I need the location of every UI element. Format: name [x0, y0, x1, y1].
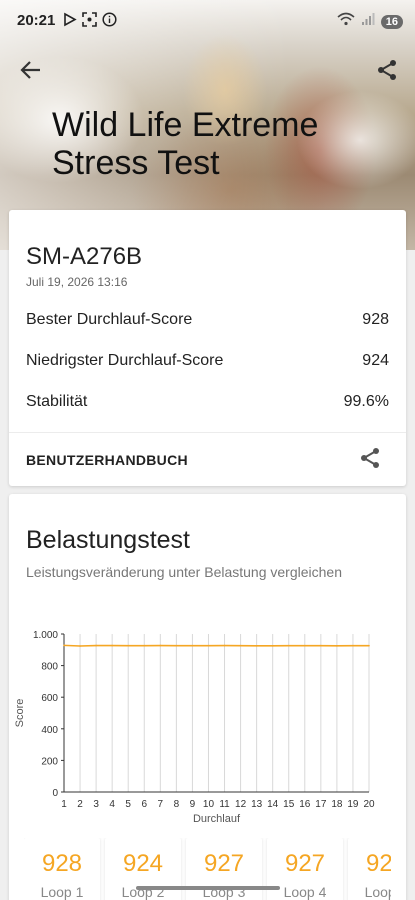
loop-score: 927 [284, 850, 326, 877]
home-indicator [136, 886, 280, 890]
loop-score: 926 [365, 850, 391, 877]
share-result-button[interactable] [358, 446, 382, 470]
data-point [303, 644, 306, 647]
x-tick-label: 14 [267, 799, 279, 810]
loop-score: 928 [41, 850, 83, 877]
data-point [207, 644, 210, 647]
x-tick-label: 15 [283, 799, 295, 810]
x-tick-label: 17 [315, 799, 327, 810]
x-tick-label: 3 [93, 799, 99, 810]
x-tick-label: 12 [235, 799, 247, 810]
battery-indicator: 16 [380, 14, 403, 29]
loop-label: Loop 1 [40, 884, 84, 900]
y-tick-label: 200 [41, 756, 58, 767]
loop-card[interactable]: 927 Loop 3 [186, 838, 262, 900]
data-point [175, 644, 178, 647]
back-button[interactable] [18, 58, 44, 82]
best-score-row: Bester Durchlauf-Score 928 [26, 311, 389, 331]
x-tick-label: 6 [141, 799, 147, 810]
share-icon [361, 448, 379, 468]
row-value: 99.6% [343, 393, 389, 410]
x-tick-label: 11 [219, 799, 230, 810]
y-tick-label: 400 [41, 725, 58, 736]
status-time: 20:21 [17, 12, 56, 29]
data-point [336, 645, 338, 647]
x-tick-label: 13 [251, 799, 263, 810]
x-axis-label: Durchlauf [193, 813, 241, 825]
page-title: Wild Life Extreme Stress Test [52, 106, 319, 182]
row-value: 924 [362, 352, 389, 369]
data-point [352, 644, 354, 647]
data-point [320, 644, 322, 647]
loop-label: Loop 5 [364, 884, 391, 900]
user-manual-link[interactable]: BENUTZERHANDBUCH [26, 452, 188, 468]
play-icon [62, 12, 77, 27]
data-point [127, 644, 130, 647]
x-tick-label: 19 [347, 799, 359, 810]
data-point [111, 644, 113, 647]
stress-chart: 02004006008001.0001 2 3 4 5 6 7 8 9 10 11 12 13 14 15 1… [14, 630, 375, 825]
row-value: 928 [362, 311, 389, 328]
stability-row: Stabilität 99.6% [26, 393, 389, 413]
wifi-icon [337, 12, 355, 31]
screenshot-icon [82, 12, 97, 27]
x-tick-label: 20 [363, 799, 375, 810]
loop-card[interactable]: 927 Loop 4 [267, 838, 343, 900]
arrow-left-icon [20, 61, 40, 79]
device-name: SM-A276B [26, 243, 143, 270]
data-point [239, 644, 242, 647]
share-icon [378, 60, 396, 80]
x-tick-label: 16 [299, 799, 311, 810]
status-bar: 20:21 16 [0, 0, 415, 40]
y-axis-label: Score [14, 699, 26, 728]
row-label: Niedrigster Durchlauf-Score [26, 352, 224, 369]
data-point [79, 645, 81, 647]
y-tick-label: 1.000 [33, 630, 58, 641]
data-point [95, 644, 97, 647]
loop-score: 924 [122, 850, 164, 877]
y-tick-label: 0 [52, 788, 58, 799]
data-point [287, 644, 290, 647]
x-tick-label: 1 [61, 799, 67, 810]
data-point [143, 644, 146, 647]
lowest-score-row: Niedrigster Durchlauf-Score 924 [26, 352, 389, 372]
loop-card[interactable]: 926 Loop 5 [348, 838, 391, 900]
section-title: Belastungstest [26, 526, 190, 554]
loop-card[interactable]: 928 Loop 1 [24, 838, 100, 900]
result-card: SM-A276B Juli 19, 2026 13:16 Bester Durc… [9, 210, 406, 486]
data-point [271, 645, 274, 647]
data-point [63, 644, 65, 647]
section-subtitle: Leistungsveränderung unter Belastung ver… [26, 564, 342, 580]
info-icon [102, 12, 117, 27]
y-tick-label: 600 [41, 693, 58, 704]
x-tick-label: 4 [109, 799, 115, 810]
share-button[interactable] [375, 58, 399, 82]
loop-list[interactable]: 928 Loop 1 924Loop 2927Loop 3927Loop 4 926 L… [24, 838, 391, 900]
data-point [159, 644, 162, 647]
x-tick-label: 8 [174, 799, 180, 810]
loop-score: 927 [203, 850, 245, 877]
x-tick-label: 10 [203, 799, 215, 810]
loop-card[interactable]: 924 Loop 2 [105, 838, 181, 900]
data-point [191, 644, 194, 647]
result-date: Juli 19, 2026 13:16 [26, 275, 128, 289]
x-tick-label: 2 [77, 799, 83, 810]
x-tick-label: 7 [158, 799, 164, 810]
signal-icon [361, 12, 375, 31]
data-point [223, 644, 226, 647]
y-tick-label: 800 [41, 662, 58, 673]
row-label: Stabilität [26, 393, 88, 410]
divider [9, 432, 406, 433]
row-label: Bester Durchlauf-Score [26, 311, 193, 328]
x-tick-label: 18 [331, 799, 343, 810]
data-point [255, 645, 258, 647]
series-line [63, 644, 369, 647]
x-tick-label: 9 [190, 799, 196, 810]
x-tick-label: 5 [125, 799, 131, 810]
data-point [368, 644, 370, 647]
